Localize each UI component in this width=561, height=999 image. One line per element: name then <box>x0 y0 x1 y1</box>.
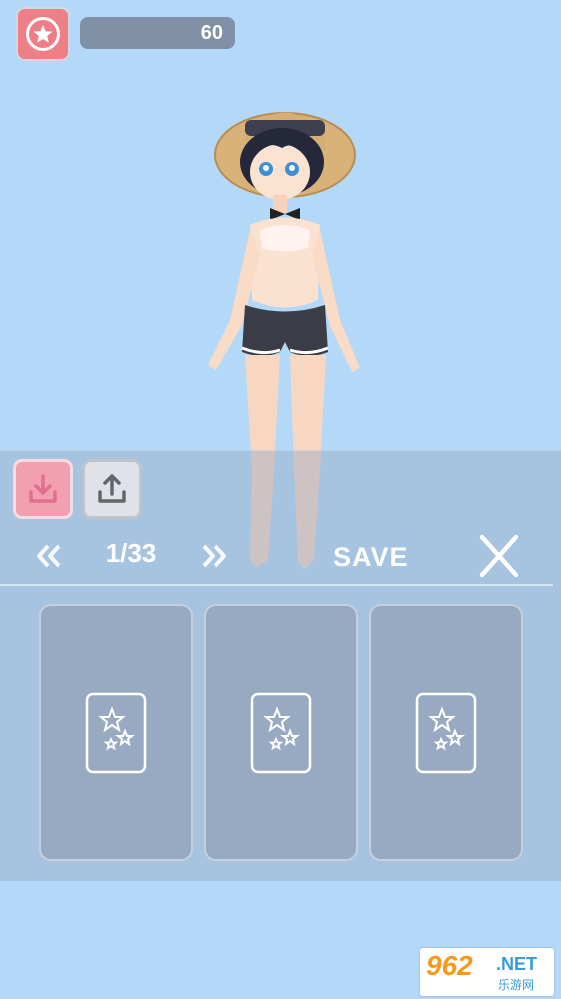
save-slot-2[interactable] <box>204 604 358 861</box>
double-chevron-left-icon <box>37 544 61 568</box>
page-indicator: 1/33 <box>105 538 157 568</box>
watermark-subtitle: 乐游网 <box>498 978 535 992</box>
panel-divider <box>0 584 553 586</box>
card-stars-icon <box>85 692 147 773</box>
save-slot-3[interactable] <box>369 604 523 861</box>
download-icon <box>29 474 57 503</box>
upload-button[interactable] <box>82 459 142 519</box>
close-icon <box>479 534 519 578</box>
save-button[interactable]: SAVE <box>333 542 409 573</box>
watermark-domain: .NET <box>496 954 538 974</box>
score-value: 60 <box>200 21 223 44</box>
save-slot-1[interactable] <box>39 604 193 861</box>
next-page-button[interactable] <box>197 540 231 572</box>
close-button[interactable] <box>476 533 522 579</box>
site-watermark: 962 .NET 乐游网 <box>420 948 554 996</box>
prev-page-button[interactable] <box>32 540 66 572</box>
download-button[interactable] <box>13 459 73 519</box>
star-badge-button[interactable] <box>16 7 70 61</box>
star-icon <box>26 17 60 51</box>
card-stars-icon <box>415 692 477 773</box>
watermark-number: 962 <box>426 950 473 981</box>
upload-icon <box>98 474 126 503</box>
double-chevron-right-icon <box>202 544 226 568</box>
score-display: 60 <box>80 17 235 49</box>
card-stars-icon <box>250 692 312 773</box>
